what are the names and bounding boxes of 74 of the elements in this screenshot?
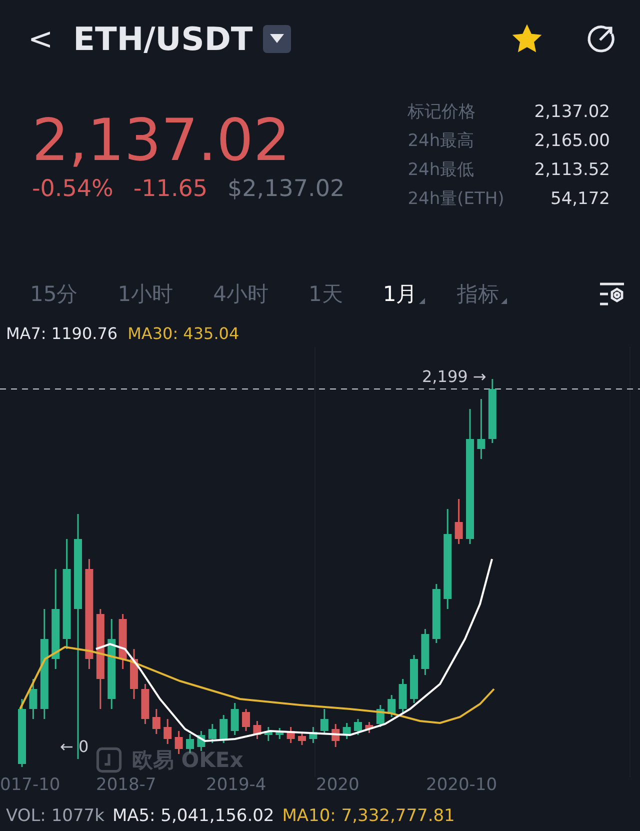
interval-tab[interactable]: 1月 (382, 280, 418, 308)
favorite-button[interactable] (512, 24, 542, 54)
candle (29, 679, 38, 720)
candle (342, 723, 351, 740)
candle (376, 705, 384, 728)
interval-tab[interactable]: 1天 (308, 280, 343, 308)
ma30-label: MA30: 435.04 (128, 324, 240, 345)
date-label: 2019-4 (206, 775, 268, 795)
candle (354, 719, 362, 736)
candle (220, 715, 228, 744)
candle (410, 655, 418, 704)
usd-price: $2,137.02 (228, 176, 345, 202)
candle (130, 649, 138, 700)
date-label: 2020-10 (426, 775, 498, 795)
logo-icon (96, 747, 122, 774)
volume-label: VOL: 1077k (6, 806, 104, 826)
candle (242, 709, 250, 732)
share-icon (586, 24, 616, 54)
interval-tab[interactable]: 指标 (457, 280, 500, 308)
candle (365, 722, 374, 734)
candle (388, 695, 396, 718)
candle (164, 719, 172, 744)
change-amount: -11.65 (133, 176, 208, 202)
candle (174, 731, 183, 754)
low-marker: ← 0 (60, 737, 89, 756)
date-label: 2018-7 (96, 775, 158, 795)
star-icon (512, 24, 542, 54)
stat-value: 2,113.52 (534, 159, 610, 182)
candle (398, 679, 407, 714)
candle (286, 727, 295, 744)
date-label: 017-10 (0, 775, 62, 795)
stat-label: 标记价格 (408, 101, 477, 124)
candle (208, 724, 216, 744)
caret-icon (270, 34, 284, 44)
candle (230, 703, 239, 736)
candle (454, 499, 463, 544)
candle (332, 724, 340, 748)
candle (152, 709, 160, 734)
candle (421, 629, 430, 676)
stat-label: 24h量(ETH) (408, 188, 504, 212)
candle (432, 584, 440, 644)
candle (141, 684, 150, 724)
candle (197, 731, 206, 752)
chart-settings-button[interactable] (598, 280, 626, 307)
last-price: 2,137.02 (32, 105, 292, 176)
candle (264, 727, 272, 742)
candle (320, 709, 328, 734)
candle (253, 721, 262, 740)
stat-value: 2,137.02 (534, 101, 610, 124)
stat-value: 54,172 (550, 188, 610, 212)
candle (276, 728, 284, 740)
candle (118, 614, 127, 670)
stat-label: 24h最低 (408, 159, 476, 182)
date-label: 2020 (316, 775, 360, 795)
interval-tab[interactable]: 1小时 (118, 280, 174, 308)
pair-dropdown-button[interactable] (262, 25, 291, 54)
settings-icon (598, 280, 626, 307)
candle (488, 379, 496, 444)
pair-title: ETH/USDT (73, 20, 253, 58)
candle (18, 699, 26, 768)
ma7-label: MA7: 1190.76 (6, 324, 118, 345)
stat-label: 24h最高 (408, 130, 476, 154)
candle (298, 733, 306, 746)
ma5-label: MA5: 5,041,156.02 (112, 806, 274, 826)
candle (309, 727, 318, 744)
change-percent: -0.54% (32, 176, 114, 202)
back-button[interactable]: < (28, 22, 54, 57)
ma10-label: MA10: 7,332,777.81 (282, 806, 455, 826)
interval-tab[interactable]: 15分 (30, 280, 78, 308)
stat-value: 2,165.00 (534, 130, 610, 154)
interval-tab[interactable]: 4小时 (213, 280, 268, 308)
candle (477, 399, 486, 460)
share-button[interactable] (586, 24, 616, 54)
high-marker: 2,199 → (422, 367, 486, 386)
